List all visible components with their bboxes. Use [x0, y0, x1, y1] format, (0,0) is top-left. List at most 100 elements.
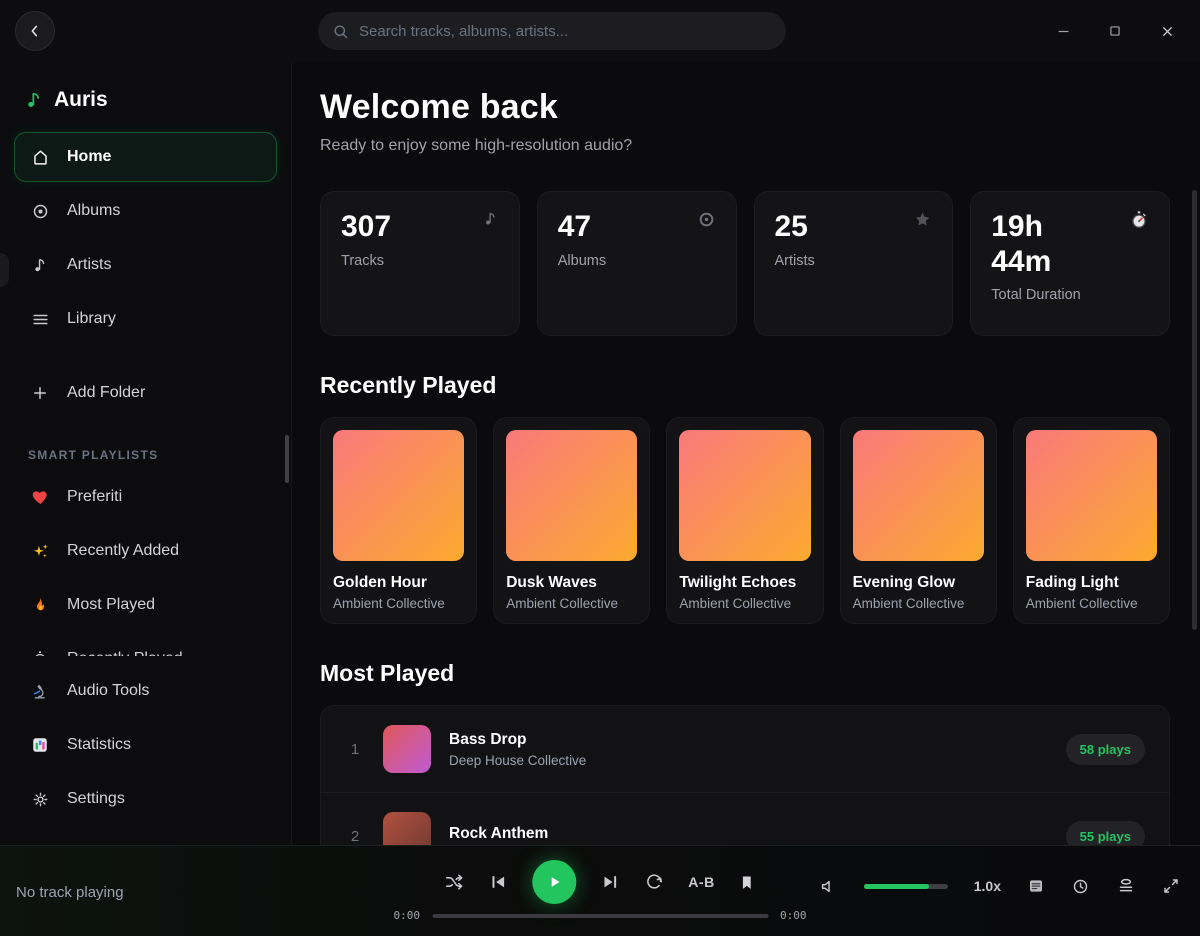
search-bar[interactable] — [318, 12, 786, 50]
chevron-left-icon — [27, 23, 43, 39]
stat-value: 25 — [775, 210, 808, 245]
repeat-button[interactable] — [644, 872, 664, 892]
main-content: Welcome back Ready to enjoy some high-re… — [292, 62, 1200, 845]
app-logo: Auris — [0, 62, 291, 132]
seek-slider[interactable] — [432, 914, 768, 918]
disc-icon — [697, 210, 716, 229]
volume-slider[interactable] — [864, 884, 948, 889]
stat-value: 19h 44m — [991, 210, 1095, 279]
clock-icon — [1071, 877, 1090, 896]
album-card[interactable]: Fading Light Ambient Collective — [1013, 417, 1170, 624]
sidebar-collapse-handle[interactable] — [0, 253, 9, 287]
album-card[interactable]: Dusk Waves Ambient Collective — [493, 417, 650, 624]
close-icon — [1160, 24, 1175, 39]
album-card[interactable]: Twilight Echoes Ambient Collective — [666, 417, 823, 624]
track-row[interactable]: 1 Bass Drop Deep House Collective 58 pla… — [321, 706, 1169, 792]
album-card[interactable]: Golden Hour Ambient Collective — [320, 417, 477, 624]
volume-button[interactable] — [819, 877, 838, 896]
sidebar-item-audio-tools[interactable]: Audio Tools — [14, 666, 277, 716]
queue-button[interactable] — [1116, 876, 1136, 896]
sidebar-item-statistics[interactable]: Statistics — [14, 720, 277, 770]
sleep-timer-button[interactable] — [1071, 877, 1090, 896]
stat-card-artists: 25 Artists — [754, 191, 954, 336]
sidebar-item-label: Home — [67, 148, 111, 166]
playlist-item-label: Preferiti — [67, 488, 122, 506]
playback-speed-button[interactable]: 1.0x — [974, 878, 1001, 894]
lyrics-icon — [1027, 877, 1045, 895]
album-art — [333, 430, 464, 561]
ab-loop-button[interactable]: A-B — [688, 874, 714, 890]
playlist-item-most-played[interactable]: Most Played — [14, 580, 277, 630]
sidebar-item-home[interactable]: Home — [14, 132, 277, 182]
sidebar-item-artists[interactable]: Artists — [14, 240, 277, 290]
window-controls — [1050, 0, 1180, 62]
sidebar-item-label: Albums — [67, 202, 120, 220]
list-icon — [29, 310, 51, 329]
player-right-controls: 1.0x — [819, 876, 1180, 896]
chart-icon — [29, 736, 51, 754]
recently-played-heading: Recently Played — [320, 372, 1170, 399]
music-note-logo-icon — [24, 90, 44, 110]
play-count-badge: 55 plays — [1066, 821, 1145, 845]
sidebar-item-label: Artists — [67, 256, 111, 274]
track-rank: 2 — [345, 828, 365, 845]
sidebar-tools-section: Audio Tools Statistics Settings — [0, 656, 291, 824]
sidebar-item-albums[interactable]: Albums — [14, 186, 277, 236]
album-artist: Ambient Collective — [853, 596, 984, 611]
album-title: Evening Glow — [853, 574, 984, 592]
album-title: Golden Hour — [333, 574, 464, 592]
plus-icon — [29, 384, 51, 402]
stat-label: Artists — [775, 253, 933, 269]
speaker-icon — [819, 877, 838, 896]
smart-playlists-list: Preferiti Recently Added Most Played Rec… — [0, 472, 291, 656]
album-art — [679, 430, 810, 561]
sidebar-nav: Home Albums Artists Library Add Folder — [0, 132, 291, 418]
add-folder-button[interactable]: Add Folder — [14, 368, 277, 418]
skip-previous-icon — [488, 872, 508, 892]
previous-track-button[interactable] — [488, 872, 508, 892]
player-bar: No track playing A-B — [0, 845, 1200, 936]
maximize-icon — [1108, 24, 1122, 38]
shuffle-icon — [444, 872, 464, 892]
stat-card-albums: 47 Albums — [537, 191, 737, 336]
fullscreen-button[interactable] — [1162, 877, 1180, 895]
play-button[interactable] — [532, 860, 576, 904]
maximize-button[interactable] — [1102, 18, 1128, 44]
main-scrollbar[interactable] — [1192, 190, 1197, 630]
bookmark-button[interactable] — [739, 874, 756, 891]
most-played-heading: Most Played — [320, 660, 1170, 687]
album-artist: Ambient Collective — [679, 596, 810, 611]
next-track-button[interactable] — [600, 872, 620, 892]
shuffle-button[interactable] — [444, 872, 464, 892]
playlist-item-recently-added[interactable]: Recently Added — [14, 526, 277, 576]
playlist-item-recently-played[interactable]: Recently Played — [14, 634, 277, 656]
back-button[interactable] — [15, 11, 55, 51]
album-artist: Ambient Collective — [506, 596, 637, 611]
sidebar-item-label: Statistics — [67, 736, 131, 754]
microscope-icon — [29, 682, 51, 701]
track-art — [383, 725, 431, 773]
sidebar-item-library[interactable]: Library — [14, 294, 277, 344]
album-artist: Ambient Collective — [1026, 596, 1157, 611]
sidebar-item-settings[interactable]: Settings — [14, 774, 277, 824]
album-card[interactable]: Evening Glow Ambient Collective — [840, 417, 997, 624]
progress-row: 0:00 0:00 — [394, 909, 807, 922]
search-input[interactable] — [359, 23, 772, 40]
playlist-item-preferiti[interactable]: Preferiti — [14, 472, 277, 522]
stat-label: Albums — [558, 253, 716, 269]
minimize-button[interactable] — [1050, 18, 1076, 44]
lyrics-button[interactable] — [1027, 877, 1045, 895]
smart-playlists-heading: SMART PLAYLISTS — [0, 422, 291, 472]
close-button[interactable] — [1154, 18, 1180, 44]
playlist-item-label: Most Played — [67, 596, 155, 614]
play-count-badge: 58 plays — [1066, 734, 1145, 765]
track-title: Rock Anthem — [449, 825, 1048, 843]
track-row[interactable]: 2 Rock Anthem 55 plays — [321, 792, 1169, 845]
sidebar-scrollbar[interactable] — [285, 435, 289, 483]
sidebar: Auris Home Albums Artists Library — [0, 62, 292, 845]
star-icon — [913, 210, 932, 229]
stat-value: 47 — [558, 210, 591, 245]
most-played-list: 1 Bass Drop Deep House Collective 58 pla… — [320, 705, 1170, 845]
album-artist: Ambient Collective — [333, 596, 464, 611]
sidebar-item-label: Settings — [67, 790, 125, 808]
